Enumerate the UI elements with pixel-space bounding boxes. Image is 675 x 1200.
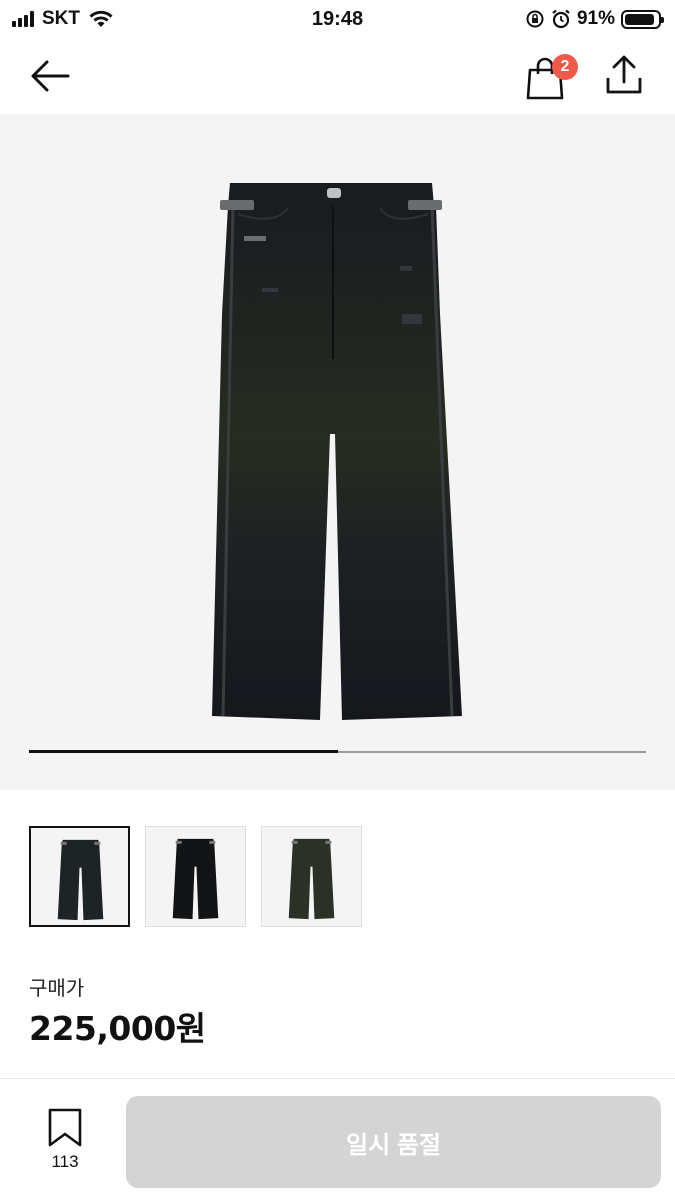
price-value: 225,000원 — [29, 1009, 206, 1048]
bottom-divider — [0, 1078, 675, 1079]
product-image-gallery[interactable] — [0, 114, 675, 790]
battery-level — [625, 13, 655, 25]
thumbnail-image — [172, 838, 219, 920]
wifi-icon — [89, 10, 113, 27]
gallery-progress-track — [29, 750, 646, 753]
nav-bar: 2 — [0, 38, 675, 114]
share-button[interactable] — [602, 54, 648, 98]
cellular-signal-icon — [12, 11, 34, 27]
back-button[interactable] — [28, 56, 72, 96]
battery-icon — [621, 9, 664, 29]
product-image — [212, 183, 462, 720]
thumbnail-washed-black[interactable] — [29, 826, 130, 927]
price-label: 구매가 — [29, 976, 85, 1000]
thumbnail-image — [288, 838, 335, 920]
cart-button[interactable]: 2 — [522, 52, 578, 100]
thumbnail-strip — [29, 826, 362, 927]
alarm-clock-icon — [552, 9, 570, 29]
status-bar: SKT 19:48 91% — [0, 0, 675, 38]
carrier-group: SKT — [12, 8, 114, 30]
bookmark-icon — [48, 1108, 82, 1147]
carrier-name: SKT — [42, 8, 80, 29]
orientation-lock-icon — [526, 10, 544, 28]
gallery-progress-indicator — [29, 750, 338, 753]
thumbnail-black[interactable] — [145, 826, 246, 927]
arrow-left-icon — [31, 60, 70, 92]
battery-percent: 91% — [576, 8, 615, 29]
wishlist-button[interactable]: 113 — [38, 1108, 92, 1178]
share-upload-icon — [606, 55, 642, 94]
status-right-group: 91% — [525, 8, 664, 30]
thumbnail-olive-black[interactable] — [261, 826, 362, 927]
wishlist-count: 113 — [51, 1152, 79, 1171]
sold-out-button[interactable]: 일시 품절 — [126, 1096, 661, 1188]
cart-count-badge: 2 — [552, 54, 578, 80]
thumbnail-image — [57, 839, 104, 921]
